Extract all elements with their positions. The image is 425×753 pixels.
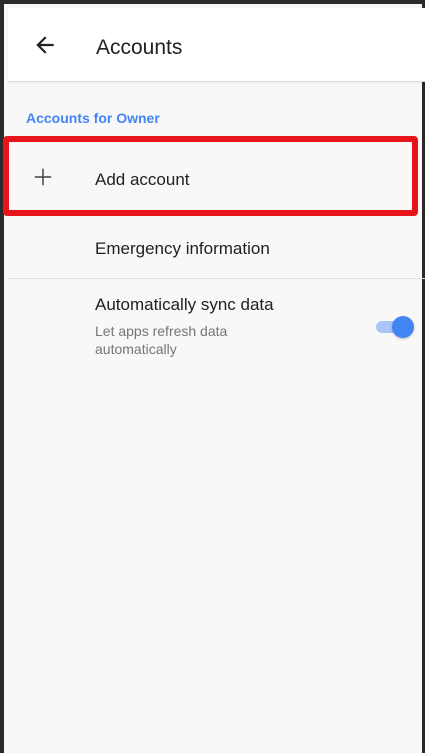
auto-sync-item[interactable]: Automatically sync data Let apps refresh… — [8, 279, 425, 369]
auto-sync-description: Let apps refresh data automatically — [95, 323, 228, 357]
app-bar: Accounts — [8, 8, 425, 82]
section-header: Accounts for Owner — [26, 110, 160, 126]
emergency-information-label: Emergency information — [95, 239, 270, 258]
arrow-back-icon[interactable] — [32, 32, 58, 58]
plus-icon — [34, 168, 52, 186]
screen-frame: Accounts Accounts for Owner Add account … — [0, 0, 425, 753]
auto-sync-toggle[interactable] — [372, 316, 414, 338]
add-account-label: Add account — [95, 170, 190, 189]
add-account-item[interactable]: Add account — [8, 144, 425, 214]
toggle-thumb — [392, 316, 414, 338]
page-title: Accounts — [96, 36, 183, 59]
auto-sync-label: Automatically sync data — [95, 295, 274, 314]
emergency-information-item[interactable]: Emergency information — [8, 226, 425, 279]
